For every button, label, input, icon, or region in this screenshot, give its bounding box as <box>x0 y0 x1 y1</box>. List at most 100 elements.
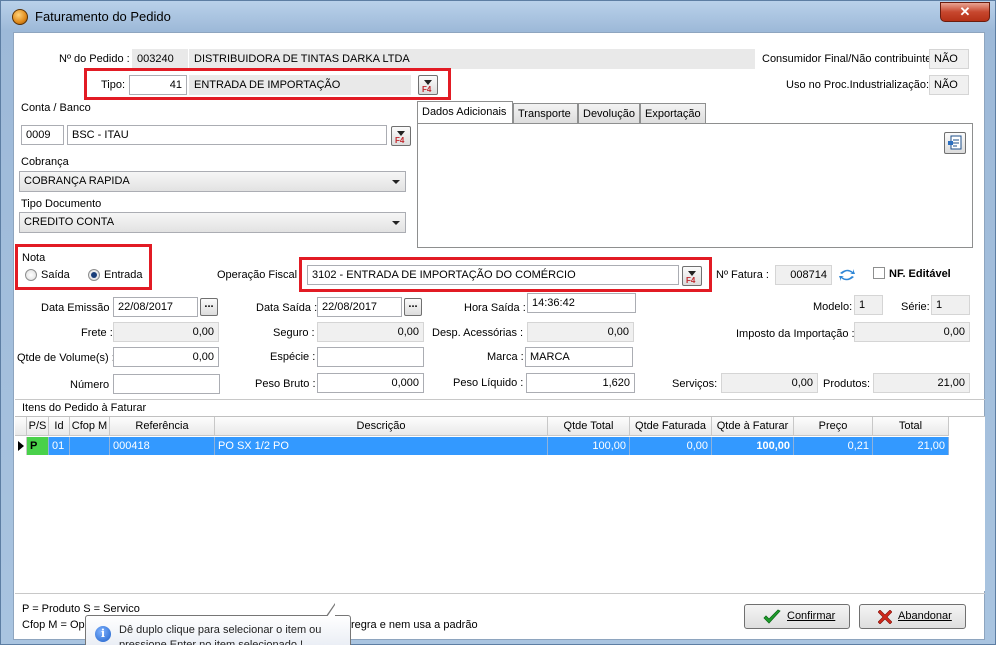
itens-table[interactable]: P/S Id Cfop M Referência Descrição Qtde … <box>15 416 985 591</box>
info-icon: i <box>95 626 111 642</box>
frete-label: Frete : <box>81 327 113 339</box>
col-header-qtde-faturar[interactable]: Qtde à Faturar <box>712 417 794 436</box>
cell-qtde-total: 100,00 <box>548 437 630 455</box>
uso-proc-value: NÃO <box>929 75 969 95</box>
legend-line-2-start: Cfop M = Ope <box>22 619 91 631</box>
col-header-ps[interactable]: P/S <box>27 417 49 436</box>
serie-label: Série: <box>901 301 930 313</box>
tooltip-pointer-fill <box>327 605 335 617</box>
confirmar-button[interactable]: Confirmar <box>744 604 850 629</box>
conta-lookup-button[interactable]: F4 <box>391 126 411 146</box>
frete-value: 0,00 <box>113 322 219 342</box>
especie-label: Espécie : <box>270 351 316 363</box>
conta-banco-label: Conta / Banco <box>21 102 91 114</box>
col-header-qtde-total[interactable]: Qtde Total <box>548 417 630 436</box>
help-tooltip: i Dê duplo clique para selecionar o item… <box>85 603 351 645</box>
tab-exportacao[interactable]: Exportação <box>640 103 706 124</box>
cell-ps: P <box>27 437 49 455</box>
legend-line-2-end: regra e nem usa a padrão <box>351 619 478 631</box>
tipo-highlight <box>84 68 451 100</box>
row-indicator-cell <box>15 437 27 455</box>
cobranca-value: COBRANÇA RAPIDA <box>24 175 130 187</box>
tab-transporte[interactable]: Transporte <box>513 103 578 124</box>
abandonar-button[interactable]: Abandonar <box>859 604 966 629</box>
consumidor-final-value: NÃO <box>929 49 969 69</box>
window-title: Faturamento do Pedido <box>35 9 171 24</box>
app-icon <box>12 9 28 25</box>
hora-saida-label: Hora Saída : <box>464 302 526 314</box>
section-divider <box>15 399 985 400</box>
marca-input[interactable]: MARCA <box>525 347 633 367</box>
nf-editavel-checkbox[interactable] <box>873 267 885 279</box>
window: Faturamento do Pedido ✕ Nº do Pedido : 0… <box>0 0 996 645</box>
peso-bruto-label: Peso Bruto : <box>255 378 316 390</box>
row-indicator-header <box>15 417 27 436</box>
col-header-cfop[interactable]: Cfop M <box>70 417 110 436</box>
tipo-documento-label: Tipo Documento <box>21 198 102 210</box>
col-header-preco[interactable]: Preço <box>794 417 873 436</box>
numero-input[interactable] <box>113 374 220 394</box>
arrow-right-icon <box>18 441 24 451</box>
refresh-icon[interactable] <box>837 266 857 284</box>
hora-saida-input[interactable]: 14:36:42 <box>527 293 636 313</box>
conta-description: BSC - ITAU <box>67 125 387 145</box>
close-button[interactable]: ✕ <box>940 2 990 22</box>
col-header-total[interactable]: Total <box>873 417 949 436</box>
qtde-volumes-label: Qtde de Volume(s) : <box>17 352 115 364</box>
servicos-label: Serviços: <box>672 378 718 390</box>
abandonar-label: Abandonar <box>898 610 952 622</box>
conta-code-input[interactable]: 0009 <box>21 125 64 145</box>
peso-bruto-input[interactable]: 0,000 <box>317 373 424 393</box>
close-x-icon <box>878 610 892 624</box>
servicos-value: 0,00 <box>721 373 818 393</box>
produtos-label: Produtos: <box>823 378 871 390</box>
cell-referencia: 000418 <box>110 437 215 455</box>
fatura-value: 008714 <box>775 265 832 285</box>
desp-acessorias-label: Desp. Acessórias : <box>432 327 524 339</box>
cell-qtde-faturada: 0,00 <box>630 437 712 455</box>
tipo-documento-select[interactable]: CREDITO CONTA <box>19 212 406 233</box>
f4-hint: F4 <box>395 136 405 145</box>
cell-qtde-faturar: 100,00 <box>712 437 794 455</box>
cobranca-select[interactable]: COBRANÇA RAPIDA <box>19 171 406 192</box>
cell-total: 21,00 <box>873 437 949 455</box>
chevron-down-icon <box>392 221 400 225</box>
imposto-importacao-value: 0,00 <box>854 322 970 342</box>
imposto-importacao-label: Imposto da Importação : <box>736 328 855 340</box>
peso-liquido-label: Peso Líquido : <box>453 377 524 389</box>
col-header-referencia[interactable]: Referência <box>110 417 215 436</box>
data-saida-picker-button[interactable]: ... <box>404 298 422 316</box>
produtos-value: 21,00 <box>873 373 970 393</box>
tab-devolucao[interactable]: Devolução <box>578 103 640 124</box>
modelo-label: Modelo: <box>813 301 853 313</box>
cobranca-label: Cobrança <box>21 156 69 168</box>
peso-liquido-input[interactable]: 1,620 <box>526 373 635 393</box>
data-saida-input[interactable]: 22/08/2017 <box>317 297 402 317</box>
especie-input[interactable] <box>317 347 424 367</box>
cell-descricao: PO SX 1/2 PO <box>215 437 548 455</box>
table-row[interactable]: P 01 000418 PO SX 1/2 PO 100,00 0,00 100… <box>15 437 949 455</box>
pedido-number: 003240 <box>132 49 188 69</box>
title-bar[interactable]: Faturamento do Pedido ✕ <box>1 1 995 31</box>
notepad-icon <box>948 135 962 150</box>
col-header-qtde-faturada[interactable]: Qtde Faturada <box>630 417 712 436</box>
data-emissao-label: Data Emissão : <box>41 302 116 314</box>
col-header-descricao[interactable]: Descrição <box>215 417 548 436</box>
consumidor-final-label: Consumidor Final/Não contribuinte: <box>762 53 935 65</box>
uso-proc-label: Uso no Proc.Industrialização: <box>786 79 930 91</box>
footer-divider <box>15 593 985 594</box>
serie-value: 1 <box>931 295 970 315</box>
itens-title: Itens do Pedido à Faturar <box>22 402 147 414</box>
qtde-volumes-input[interactable]: 0,00 <box>113 347 219 367</box>
operacao-fiscal-highlight <box>299 257 712 292</box>
data-emissao-input[interactable]: 22/08/2017 <box>113 297 198 317</box>
tab-dados-adicionais[interactable]: Dados Adicionais <box>417 101 513 125</box>
legend-line-1: P = Produto S = Servico <box>22 603 140 615</box>
checkmark-icon <box>763 609 781 624</box>
data-emissao-picker-button[interactable]: ... <box>200 298 218 316</box>
data-saida-label: Data Saída : <box>256 302 318 314</box>
edit-notes-button[interactable] <box>944 132 966 154</box>
col-header-id[interactable]: Id <box>49 417 70 436</box>
nota-highlight <box>15 244 152 290</box>
cell-id: 01 <box>49 437 70 455</box>
